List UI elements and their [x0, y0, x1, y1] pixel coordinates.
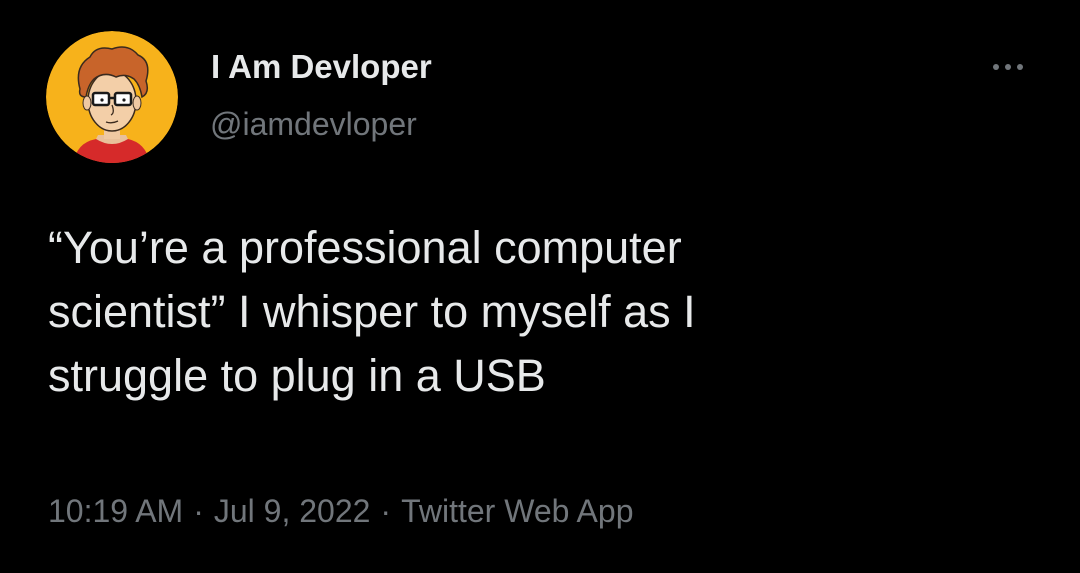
separator: ·: [193, 493, 204, 529]
tweet-card: I Am Devloper @iamdevloper “You’re a pro…: [0, 0, 1080, 573]
tweet-source[interactable]: Twitter Web App: [401, 493, 633, 529]
more-horizontal-icon: [993, 64, 999, 70]
tweet-text-line: “You’re a professional computer: [48, 222, 682, 273]
avatar[interactable]: [46, 31, 178, 163]
tweet-text: “You’re a professional computer scientis…: [48, 216, 1048, 408]
more-horizontal-icon-dot: [1005, 64, 1011, 70]
tweet-metadata: 10:19 AM · Jul 9, 2022 · Twitter Web App: [48, 490, 633, 532]
tweet-date[interactable]: Jul 9, 2022: [214, 493, 371, 529]
more-options-button[interactable]: [982, 52, 1034, 82]
separator: ·: [380, 493, 392, 529]
cartoon-developer-avatar-icon: [46, 31, 178, 163]
more-horizontal-icon-dot: [1017, 64, 1023, 70]
author-handle[interactable]: @iamdevloper: [210, 104, 417, 144]
tweet-text-line: scientist” I whisper to myself as I: [48, 286, 696, 337]
author-display-name[interactable]: I Am Devloper: [211, 47, 432, 87]
tweet-time[interactable]: 10:19 AM: [48, 493, 183, 529]
tweet-text-line: struggle to plug in a USB: [48, 350, 546, 401]
